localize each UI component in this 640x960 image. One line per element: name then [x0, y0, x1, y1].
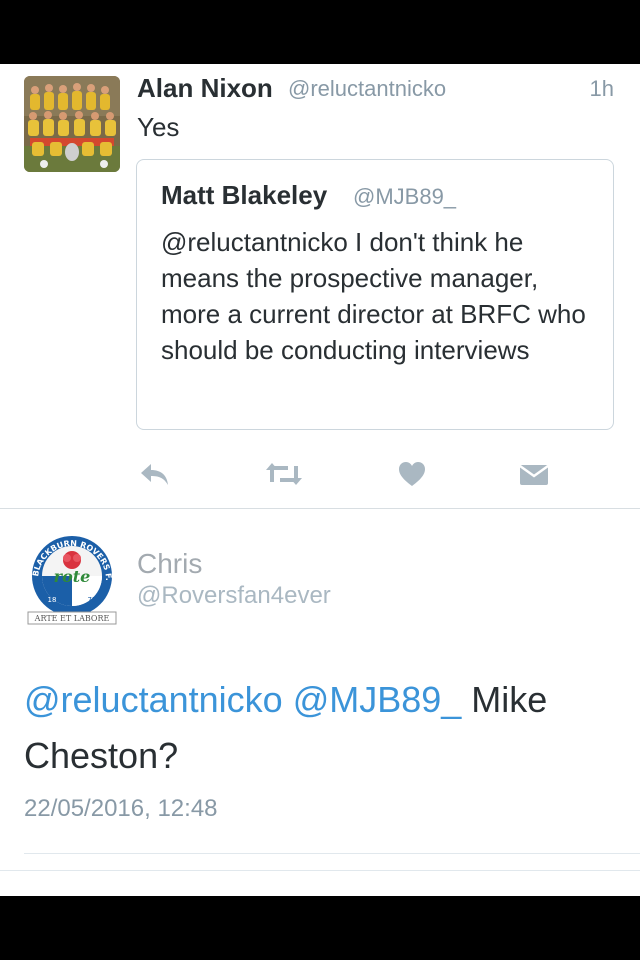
divider: [0, 870, 640, 871]
author-handle[interactable]: @Roversfan4ever: [137, 582, 331, 610]
avatar[interactable]: [24, 76, 120, 172]
crest-year-left: 18: [48, 596, 57, 604]
tweet-main[interactable]: Alan Nixon @reluctantnicko 1h Yes Matt B…: [0, 64, 640, 509]
quoted-author-name: Matt Blakeley: [161, 180, 328, 210]
club-crest-image: BLACKBURN ROVERS F.C. rote 18 75 ARTE ET…: [21, 525, 117, 625]
crest-motto: ARTE ET LABORE: [34, 614, 110, 623]
direct-message-button[interactable]: [514, 454, 554, 494]
team-photo-image: [24, 76, 120, 172]
author-name[interactable]: Chris: [137, 548, 202, 580]
quoted-tweet-text: @reluctantnicko I don't think he means t…: [161, 227, 586, 365]
quoted-author-handle: @MJB89_: [353, 184, 457, 209]
retweet-icon: [266, 463, 302, 485]
tweet-datetime: 22/05/2016, 12:48: [24, 795, 218, 822]
avatar[interactable]: BLACKBURN ROVERS F.C. rote 18 75 ARTE ET…: [21, 525, 120, 628]
crest-center-text: rote: [54, 567, 91, 586]
bottom-blackout: [0, 896, 640, 960]
mention-link[interactable]: @reluctantnicko: [24, 679, 283, 720]
status-bar-blackout: [0, 0, 640, 64]
mention-link[interactable]: @MJB89_: [293, 679, 462, 720]
reply-button[interactable]: [134, 454, 174, 494]
like-button[interactable]: [392, 454, 432, 494]
tweet-text: Yes: [137, 112, 180, 142]
divider: [24, 853, 640, 854]
tweet-text: @reluctantnicko @MJB89_ Mike Cheston?: [24, 672, 624, 784]
divider: [0, 508, 640, 509]
tweet-actions: [0, 454, 640, 494]
message-icon: [519, 464, 549, 485]
quoted-tweet-card[interactable]: Matt Blakeley @MJB89_ @reluctantnicko I …: [136, 159, 614, 430]
author-handle[interactable]: @reluctantnicko: [288, 76, 446, 102]
author-name[interactable]: Alan Nixon: [137, 73, 273, 104]
reply-icon: [141, 464, 168, 485]
crest-year-right: 75: [88, 596, 97, 604]
tweet-timestamp: 1h: [589, 76, 614, 101]
like-icon: [399, 462, 425, 486]
retweet-button[interactable]: [264, 454, 304, 494]
